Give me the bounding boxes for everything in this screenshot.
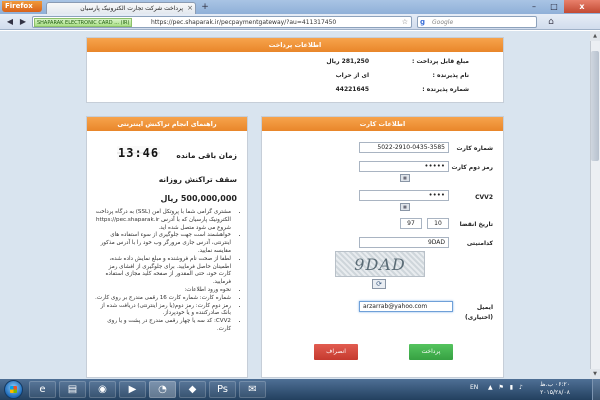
cvv2-field[interactable]: •••• xyxy=(359,190,449,201)
guide-item: خواهشمند است جهت جلوگیری از سوء استفاده … xyxy=(95,232,231,255)
language-indicator[interactable]: EN xyxy=(470,384,478,391)
pin2-label: رمز دوم کارت xyxy=(451,164,493,171)
firefox-menu-button[interactable]: Firefox xyxy=(2,1,42,12)
taskbar-clock[interactable]: ۰۶:۲۰ ب.ظ ۲۰۱۵/۲۸/۰۸ xyxy=(528,381,582,397)
guide-panel: راهنمای انجام تراکنش اینترنتی زمان باقی … xyxy=(86,116,248,378)
show-desktop-button[interactable] xyxy=(592,379,600,400)
card-info-panel: اطلاعات کارت شماره کارت 5022-2910-0435-3… xyxy=(261,116,504,378)
guide-item: CVV2: کد سه یا چهار رقمی مندرج در پشت و … xyxy=(95,318,231,334)
guide-header: راهنمای انجام تراکنش اینترنتی xyxy=(87,117,247,131)
forward-arrow-icon[interactable]: ▶ xyxy=(17,16,29,28)
windows-taskbar: e ▤ ◉ ▶ ◔ ◆ Ps ✉ EN ▲ ⚑ ▮ ♪ ۰۶:۲۰ ب.ظ ۲۰… xyxy=(0,379,600,400)
media-player-taskbar-icon[interactable]: ▶ xyxy=(119,381,146,398)
address-bar[interactable]: SHAPARAK ELECTRONIC CARD ... (IR) https:… xyxy=(32,16,412,28)
search-input[interactable]: g Google xyxy=(417,16,537,28)
cancel-button[interactable]: انصراف xyxy=(314,344,358,360)
pin2-field[interactable]: ••••• xyxy=(359,161,449,172)
clock-date: ۲۰۱۵/۲۸/۰۸ xyxy=(540,389,570,396)
merchant-name-label: نام پذیرنده : xyxy=(432,72,469,79)
search-placeholder: Google xyxy=(432,19,454,26)
scroll-down-icon[interactable]: ▼ xyxy=(590,369,600,379)
card-number-label: شماره کارت xyxy=(456,145,494,152)
countdown-timer: 13:46 xyxy=(117,146,161,160)
guide-item: شماره کارت: شماره کارت 16 رقمی مندرج بر … xyxy=(95,295,231,303)
app-taskbar-icon[interactable]: ◆ xyxy=(179,381,206,398)
chrome-taskbar-icon[interactable]: ◉ xyxy=(89,381,116,398)
expiry-year-field[interactable]: 97 xyxy=(400,218,422,229)
tab-close-icon[interactable]: × xyxy=(187,3,193,14)
timer-label: زمان باقی مانده xyxy=(176,151,237,160)
guide-item: نحوه ورود اطلاعات: xyxy=(95,287,231,295)
new-tab-button[interactable]: + xyxy=(199,3,211,13)
merchant-id-value: 44221645 xyxy=(335,86,369,93)
maximize-button[interactable]: □ xyxy=(544,0,564,13)
firefox-taskbar-icon[interactable]: ◔ xyxy=(149,381,176,398)
scroll-up-icon[interactable]: ▲ xyxy=(590,31,600,41)
bookmark-star-icon[interactable]: ☆ xyxy=(402,17,408,28)
start-button[interactable] xyxy=(4,380,23,399)
pin2-virtual-keyboard-icon[interactable]: ▦ xyxy=(400,174,410,182)
expiry-label: تاریخ انقضا xyxy=(459,221,493,228)
scroll-thumb[interactable] xyxy=(591,51,599,161)
cvv2-virtual-keyboard-icon[interactable]: ▦ xyxy=(400,203,410,211)
captcha-refresh-icon[interactable]: ⟳ xyxy=(372,279,386,289)
security-code-label: کدامنیتی xyxy=(466,240,493,247)
page-scrollbar[interactable]: ▲ ▼ xyxy=(590,31,600,379)
payment-info-panel: اطلاعات پرداخت مبلغ قابل پرداخت : 281,25… xyxy=(86,37,504,103)
security-code-field[interactable]: 9DAD xyxy=(359,237,449,248)
merchant-id-label: شماره پذیرنده : xyxy=(422,86,469,93)
guide-item: لطفا از صحت نام فروشنده و مبلغ نمایش داد… xyxy=(95,256,231,287)
amount-label: مبلغ قابل پرداخت : xyxy=(412,58,469,65)
email-label: ایمیل xyxy=(476,304,493,311)
merchant-name-value: ای از حراب xyxy=(335,72,369,79)
ie-taskbar-icon[interactable]: e xyxy=(29,381,56,398)
close-button[interactable]: x xyxy=(564,0,600,13)
card-number-field[interactable]: 5022-2910-0435-3585 xyxy=(359,142,449,153)
system-tray-icons[interactable]: ▲ ⚑ ▮ ♪ xyxy=(488,384,525,391)
url-text: https://pec.shaparak.ir/pecpaymentgatewa… xyxy=(151,19,337,26)
google-icon: g xyxy=(420,18,426,26)
window-controls: – □ x xyxy=(524,0,600,13)
tab-title: پرداخت شرکت تجارت الکترونیک پارسیان xyxy=(80,5,183,12)
site-identity-badge[interactable]: SHAPARAK ELECTRONIC CARD ... (IR) xyxy=(34,18,133,27)
home-icon[interactable]: ⌂ xyxy=(545,16,557,28)
minimize-button[interactable]: – xyxy=(524,0,544,13)
payment-info-header: اطلاعات پرداخت xyxy=(87,38,503,52)
guide-item: مشتری گرامی شما با پروتکل امن (SSL) به د… xyxy=(95,209,231,232)
expiry-month-field[interactable]: 10 xyxy=(427,218,449,229)
cvv2-label: CVV2 xyxy=(475,194,493,201)
email-field[interactable]: arzarrab@yahoo.com xyxy=(359,301,453,312)
navigation-bar: ◀ ▶ SHAPARAK ELECTRONIC CARD ... (IR) ht… xyxy=(0,14,600,30)
explorer-taskbar-icon[interactable]: ▤ xyxy=(59,381,86,398)
page-content: اطلاعات پرداخت مبلغ قابل پرداخت : 281,25… xyxy=(0,31,600,379)
guide-list: مشتری گرامی شما با پروتکل امن (SSL) به د… xyxy=(95,209,239,334)
back-arrow-icon[interactable]: ◀ xyxy=(4,16,16,28)
photoshop-taskbar-icon[interactable]: Ps xyxy=(209,381,236,398)
window-titlebar: Firefox پرداخت شرکت تجارت الکترونیک پارس… xyxy=(0,0,600,14)
daily-limit-amount: 500,000,000 ریال xyxy=(160,194,237,203)
pay-button[interactable]: پرداخت xyxy=(409,344,453,360)
email-optional-label: (اختیاری) xyxy=(465,314,493,321)
card-info-header: اطلاعات کارت xyxy=(262,117,503,131)
captcha-image: 9DAD xyxy=(335,251,425,277)
amount-value: 281,250 ریال xyxy=(326,58,369,65)
browser-tab[interactable]: پرداخت شرکت تجارت الکترونیک پارسیان × xyxy=(46,2,196,14)
clock-time: ۰۶:۲۰ ب.ظ xyxy=(540,381,570,388)
email-taskbar-icon[interactable]: ✉ xyxy=(239,381,266,398)
guide-item: رمز دوم کارت: رمز دوم(یا رمز اینترنتی) د… xyxy=(95,303,231,319)
daily-limit-label: سقف تراکنش روزانه xyxy=(158,175,237,184)
